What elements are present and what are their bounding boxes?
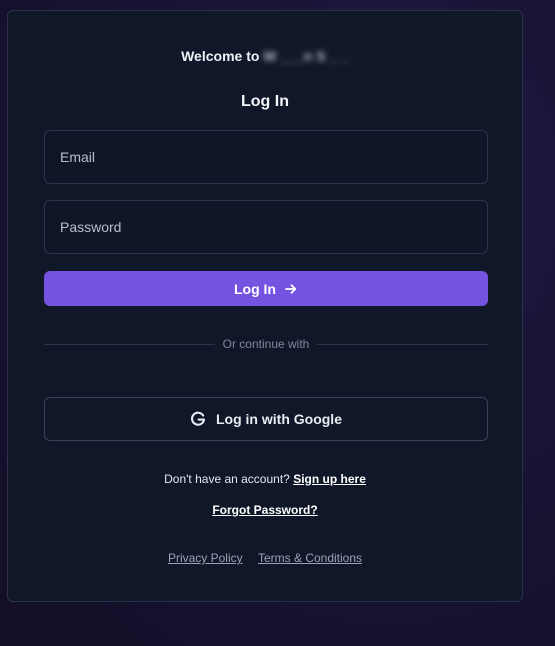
forgot-password-link[interactable]: Forgot Password? [212,503,317,517]
password-input[interactable] [44,200,488,254]
page-title: Log In [241,93,289,110]
forgot-password-row: Forgot Password? [8,503,522,517]
google-icon [190,411,206,427]
footer-links: Privacy Policy Terms & Conditions [8,551,522,565]
google-login-button[interactable]: Log in with Google [44,397,488,441]
email-input[interactable] [44,130,488,184]
signup-line: Don't have an account? Sign up here [8,472,522,486]
divider-line-right [317,343,488,345]
welcome-text: Welcome to W ___n S _ _ [8,48,522,64]
signup-prompt: Don't have an account? [164,472,290,486]
arrow-right-icon [284,282,298,296]
terms-link[interactable]: Terms & Conditions [258,551,362,565]
divider: Or continue with [44,335,488,353]
login-card: Welcome to W ___n S _ _ Log In Log In Or… [7,10,523,602]
login-button-label: Log In [234,280,276,297]
google-login-label: Log in with Google [216,411,342,427]
login-button[interactable]: Log In [44,271,488,306]
divider-line-left [44,343,215,345]
divider-text: Or continue with [222,337,310,351]
app-name-redacted: W ___n S _ _ [263,48,349,64]
welcome-prefix: Welcome to [181,48,260,64]
privacy-policy-link[interactable]: Privacy Policy [168,551,243,565]
signup-link[interactable]: Sign up here [293,472,366,486]
